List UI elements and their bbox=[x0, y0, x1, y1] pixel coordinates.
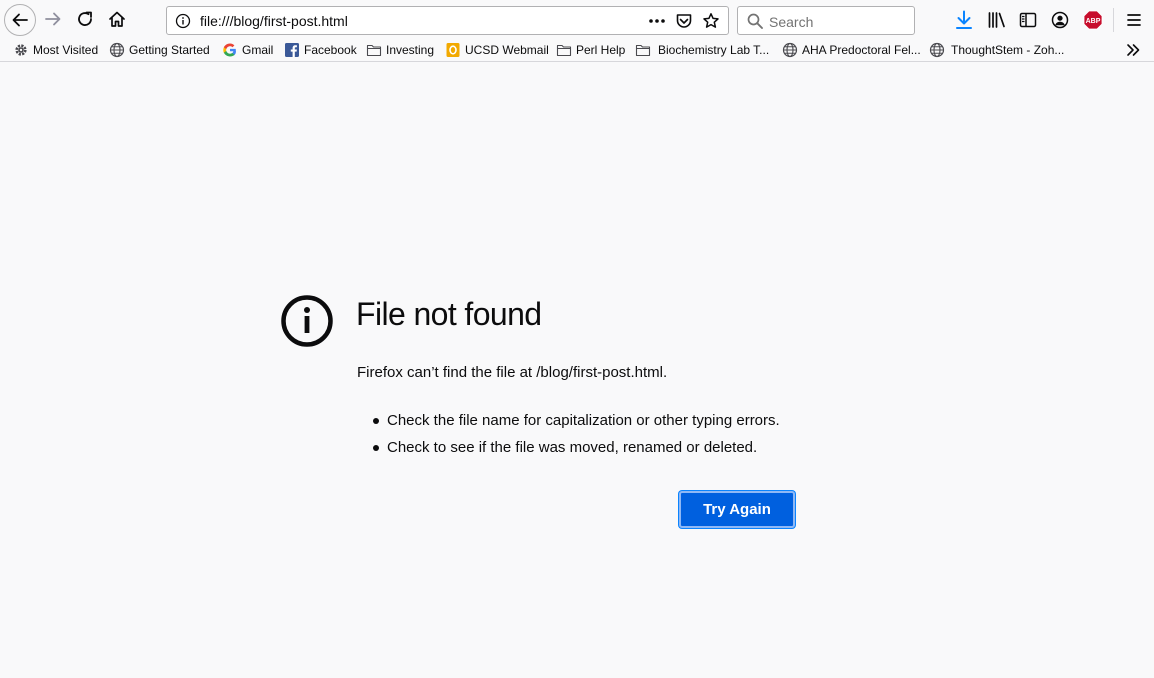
bookmark-label: Perl Help bbox=[576, 43, 626, 57]
error-suggestions-list: Check the file name for capitalization o… bbox=[357, 411, 780, 465]
forward-arrow-icon bbox=[45, 12, 61, 26]
toolbar-separator bbox=[1113, 8, 1114, 32]
bookmark-folder-biochemistry[interactable]: Biochemistry Lab T... bbox=[635, 41, 769, 59]
page-actions-icon[interactable] bbox=[647, 13, 667, 29]
error-page: File not found Firefox can’t find the fi… bbox=[0, 63, 1154, 678]
reload-icon bbox=[78, 11, 92, 26]
sidebar-button[interactable] bbox=[1018, 10, 1038, 30]
facebook-icon bbox=[285, 43, 299, 57]
error-description: Firefox can’t find the file at /blog/fir… bbox=[357, 364, 668, 381]
url-bar[interactable]: file:///blog/first-post.html bbox=[166, 6, 729, 35]
search-bar[interactable]: Search bbox=[737, 6, 915, 35]
folder-icon bbox=[366, 44, 382, 57]
reload-button[interactable] bbox=[72, 6, 98, 32]
folder-icon bbox=[635, 44, 651, 57]
outlook-icon bbox=[446, 43, 460, 57]
globe-icon bbox=[109, 42, 125, 58]
info-icon[interactable] bbox=[175, 13, 191, 29]
bookmark-label: Gmail bbox=[242, 43, 274, 57]
globe-icon bbox=[929, 42, 945, 58]
bullet-dot bbox=[373, 418, 379, 424]
abp-label: ABP bbox=[1086, 18, 1101, 25]
info-icon bbox=[281, 295, 333, 347]
bookmark-label: Most Visited bbox=[33, 43, 99, 57]
bookmark-ucsd-webmail[interactable]: UCSD Webmail bbox=[445, 41, 549, 59]
bookmarks-toolbar: Most Visited Getting Started Gmail Faceb… bbox=[0, 38, 1154, 62]
back-button[interactable] bbox=[4, 4, 36, 36]
back-arrow-icon bbox=[12, 13, 28, 27]
bookmark-gmail[interactable]: Gmail bbox=[222, 41, 273, 59]
forward-button[interactable] bbox=[40, 6, 66, 32]
search-placeholder: Search bbox=[769, 14, 814, 30]
bookmark-getting-started[interactable]: Getting Started bbox=[109, 41, 210, 59]
bookmark-facebook[interactable]: Facebook bbox=[284, 41, 357, 59]
bookmark-label: Biochemistry Lab T... bbox=[658, 43, 770, 57]
adblock-plus-button[interactable]: ABP bbox=[1082, 9, 1104, 31]
search-icon bbox=[747, 13, 763, 29]
url-text[interactable]: file:///blog/first-post.html bbox=[200, 13, 348, 29]
globe-icon bbox=[782, 42, 798, 58]
bookmark-label: Getting Started bbox=[129, 43, 210, 57]
home-icon bbox=[109, 11, 125, 27]
bookmark-label: UCSD Webmail bbox=[465, 43, 549, 57]
error-suggestion: Check to see if the file was moved, rena… bbox=[357, 438, 780, 458]
error-title: File not found bbox=[356, 296, 542, 332]
pocket-icon[interactable] bbox=[675, 12, 693, 30]
error-suggestion-text: Check to see if the file was moved, rena… bbox=[387, 439, 758, 456]
adblock-plus-icon: ABP bbox=[1083, 10, 1103, 30]
bookmark-folder-investing[interactable]: Investing bbox=[366, 41, 434, 59]
library-button[interactable] bbox=[986, 9, 1008, 31]
bookmarks-overflow-chevron-icon[interactable] bbox=[1125, 42, 1141, 58]
navigation-toolbar: file:///blog/first-post.html Search ABP bbox=[0, 0, 1154, 38]
menu-button[interactable] bbox=[1124, 9, 1144, 31]
hamburger-menu-icon bbox=[1127, 14, 1141, 26]
download-arrow-icon bbox=[956, 10, 972, 29]
browser-window: file:///blog/first-post.html Search ABP … bbox=[0, 0, 1154, 678]
library-icon bbox=[988, 12, 1005, 28]
bookmark-star-icon[interactable] bbox=[702, 12, 720, 30]
bookmark-most-visited[interactable]: Most Visited bbox=[13, 41, 98, 59]
account-button[interactable] bbox=[1050, 10, 1070, 30]
error-suggestion: Check the file name for capitalization o… bbox=[357, 411, 780, 431]
bookmark-thoughtstem[interactable]: ThoughtStem - Zoh... bbox=[929, 41, 1064, 59]
bookmark-label: Investing bbox=[386, 43, 435, 57]
account-icon bbox=[1051, 11, 1069, 29]
gear-icon bbox=[15, 44, 27, 56]
home-button[interactable] bbox=[104, 6, 130, 32]
downloads-button[interactable] bbox=[954, 9, 974, 31]
sidebar-icon bbox=[1019, 12, 1037, 28]
bookmark-label: AHA Predoctoral Fel... bbox=[802, 43, 921, 57]
bookmark-label: Facebook bbox=[304, 43, 357, 57]
bullet-dot bbox=[373, 445, 379, 451]
try-again-button[interactable]: Try Again bbox=[679, 491, 795, 528]
error-suggestion-text: Check the file name for capitalization o… bbox=[387, 412, 780, 429]
google-icon bbox=[223, 43, 236, 57]
bookmark-folder-perl-help[interactable]: Perl Help bbox=[556, 41, 625, 59]
folder-icon bbox=[556, 44, 572, 57]
bookmark-aha-predoctoral[interactable]: AHA Predoctoral Fel... bbox=[782, 41, 921, 59]
bookmark-label: ThoughtStem - Zoh... bbox=[951, 43, 1065, 57]
